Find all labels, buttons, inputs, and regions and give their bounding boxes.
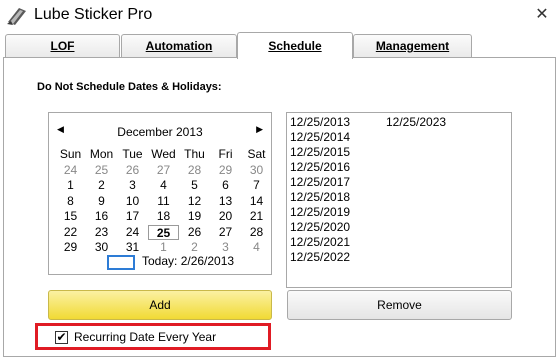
recurring-checkbox[interactable]: ✔ — [55, 331, 68, 344]
date-list-item[interactable]: 12/25/2022 — [290, 250, 350, 265]
calendar-day[interactable]: 3 — [117, 178, 148, 194]
add-button[interactable]: Add — [48, 290, 272, 320]
calendar-day[interactable]: 4 — [241, 240, 272, 256]
calendar-day[interactable]: 29 — [55, 240, 86, 256]
calendar-day[interactable]: 15 — [55, 209, 86, 225]
section-heading: Do Not Schedule Dates & Holidays: — [37, 81, 222, 93]
weekday-label: Tue — [122, 147, 143, 161]
calendar-day[interactable]: 21 — [241, 209, 272, 225]
calendar-week-row: 8 9 10 11 12 13 14 — [55, 194, 272, 210]
calendar-day[interactable]: 29 — [210, 163, 241, 179]
calendar-day[interactable]: 24 — [117, 225, 148, 241]
calendar-day[interactable]: 25 — [86, 163, 117, 179]
date-list-column: 12/25/2013 12/25/2014 12/25/2015 12/25/2016… — [290, 115, 350, 265]
tab-management[interactable]: Management — [353, 34, 472, 58]
calendar-day[interactable]: 4 — [148, 178, 179, 194]
calendar-week-row: 24 25 26 27 28 29 30 — [55, 163, 272, 179]
date-list-item[interactable]: 12/25/2021 — [290, 235, 350, 250]
recurring-label[interactable]: Recurring Date Every Year — [74, 330, 216, 344]
weekday-label: Wed — [151, 147, 176, 161]
date-list-item[interactable]: 12/25/2016 — [290, 160, 350, 175]
tab-lof[interactable]: LOF — [5, 34, 120, 58]
date-list-item[interactable]: 12/25/2023 — [386, 115, 446, 130]
today-marker — [107, 255, 135, 270]
calendar-day[interactable]: 27 — [148, 163, 179, 179]
calendar-month-label[interactable]: December 2013 — [49, 125, 271, 139]
weekday-label: Sat — [247, 147, 266, 161]
tab-label: Automation — [145, 39, 213, 53]
calendar-day[interactable]: 26 — [117, 163, 148, 179]
close-icon[interactable]: ✕ — [531, 5, 553, 25]
calendar-day[interactable]: 6 — [210, 178, 241, 194]
calendar-week-row: 22 23 24 25 26 27 28 — [55, 224, 272, 241]
calendar-day[interactable]: 30 — [241, 163, 272, 179]
calendar-week-row: 1234567 — [55, 178, 272, 194]
date-list-item[interactable]: 12/25/2018 — [290, 190, 350, 205]
calendar-day[interactable]: 20 — [210, 209, 241, 225]
title-bar: Lube Sticker Pro ✕ — [0, 0, 559, 32]
date-list-item[interactable]: 12/25/2013 — [290, 115, 350, 130]
date-list-item[interactable]: 12/25/2019 — [290, 205, 350, 220]
calendar-day[interactable]: 7 — [241, 178, 272, 194]
weekday-header-row: Sun Mon Tue Wed Thu Fri Sat — [55, 147, 272, 163]
calendar-day[interactable]: 26 — [179, 225, 210, 241]
calendar-day[interactable]: 2 — [86, 178, 117, 194]
date-list-item[interactable]: 12/25/2017 — [290, 175, 350, 190]
tab-automation[interactable]: Automation — [121, 34, 237, 58]
calendar-week-row: 15 16 17 18 19 20 21 — [55, 209, 272, 225]
calendar-day[interactable]: 1 — [55, 178, 86, 194]
remove-button[interactable]: Remove — [287, 290, 512, 320]
recurring-highlight: ✔ Recurring Date Every Year — [35, 323, 271, 350]
calendar-day[interactable]: 12 — [179, 194, 210, 210]
month-calendar[interactable]: ◀ December 2013 ▶ Sun Mon Tue Wed Thu Fri Sat 2… — [48, 112, 272, 275]
calendar-day[interactable]: 24 — [55, 163, 86, 179]
calendar-day[interactable]: 16 — [86, 209, 117, 225]
date-list-item[interactable]: 12/25/2014 — [290, 130, 350, 145]
calendar-day[interactable]: 14 — [241, 194, 272, 210]
calendar-grid: Sun Mon Tue Wed Thu Fri Sat 24 25 26 27 28 29 30 1 2 3 4 5… — [55, 147, 272, 256]
calendar-day[interactable]: 27 — [210, 225, 241, 241]
today-link[interactable]: Today: 2/26/2013 — [142, 254, 234, 268]
date-list-item[interactable]: 12/25/2015 — [290, 145, 350, 160]
calendar-day[interactable]: 13 — [210, 194, 241, 210]
calendar-day[interactable]: 22 — [55, 225, 86, 241]
calendar-day[interactable]: 30 — [86, 240, 117, 256]
weekday-label: Sun — [59, 147, 82, 161]
tab-label: Management — [375, 39, 450, 53]
calendar-day[interactable]: 11 — [148, 194, 179, 210]
tab-label: Schedule — [268, 39, 322, 53]
calendar-day[interactable]: 10 — [117, 194, 148, 210]
calendar-day[interactable]: 19 — [179, 209, 210, 225]
calendar-day[interactable]: 23 — [86, 225, 117, 241]
calendar-day[interactable]: 17 — [117, 209, 148, 225]
tab-bar: LOF Automation Schedule Management — [0, 32, 559, 59]
calendar-day[interactable]: 8 — [55, 194, 86, 210]
calendar-day-selected[interactable]: 25 — [148, 224, 179, 240]
tab-label: LOF — [50, 39, 75, 53]
date-list-item[interactable]: 12/25/2020 — [290, 220, 350, 235]
calendar-day[interactable]: 5 — [179, 178, 210, 194]
weekday-label: Thu — [184, 147, 205, 161]
tab-schedule[interactable]: Schedule — [237, 32, 353, 59]
weekday-label: Mon — [89, 147, 114, 161]
calendar-day[interactable]: 9 — [86, 194, 117, 210]
weekday-label: Fri — [218, 147, 233, 161]
excluded-dates-list[interactable]: 12/25/2013 12/25/2014 12/25/2015 12/25/2016… — [286, 112, 512, 288]
calendar-day[interactable]: 18 — [148, 209, 179, 225]
next-month-icon[interactable]: ▶ — [256, 124, 263, 135]
date-list-column: 12/25/2023 — [386, 115, 446, 130]
calendar-day[interactable]: 28 — [241, 225, 272, 241]
app-logo-icon — [7, 8, 26, 25]
calendar-day[interactable]: 28 — [179, 163, 210, 179]
window-title: Lube Sticker Pro — [34, 6, 153, 23]
